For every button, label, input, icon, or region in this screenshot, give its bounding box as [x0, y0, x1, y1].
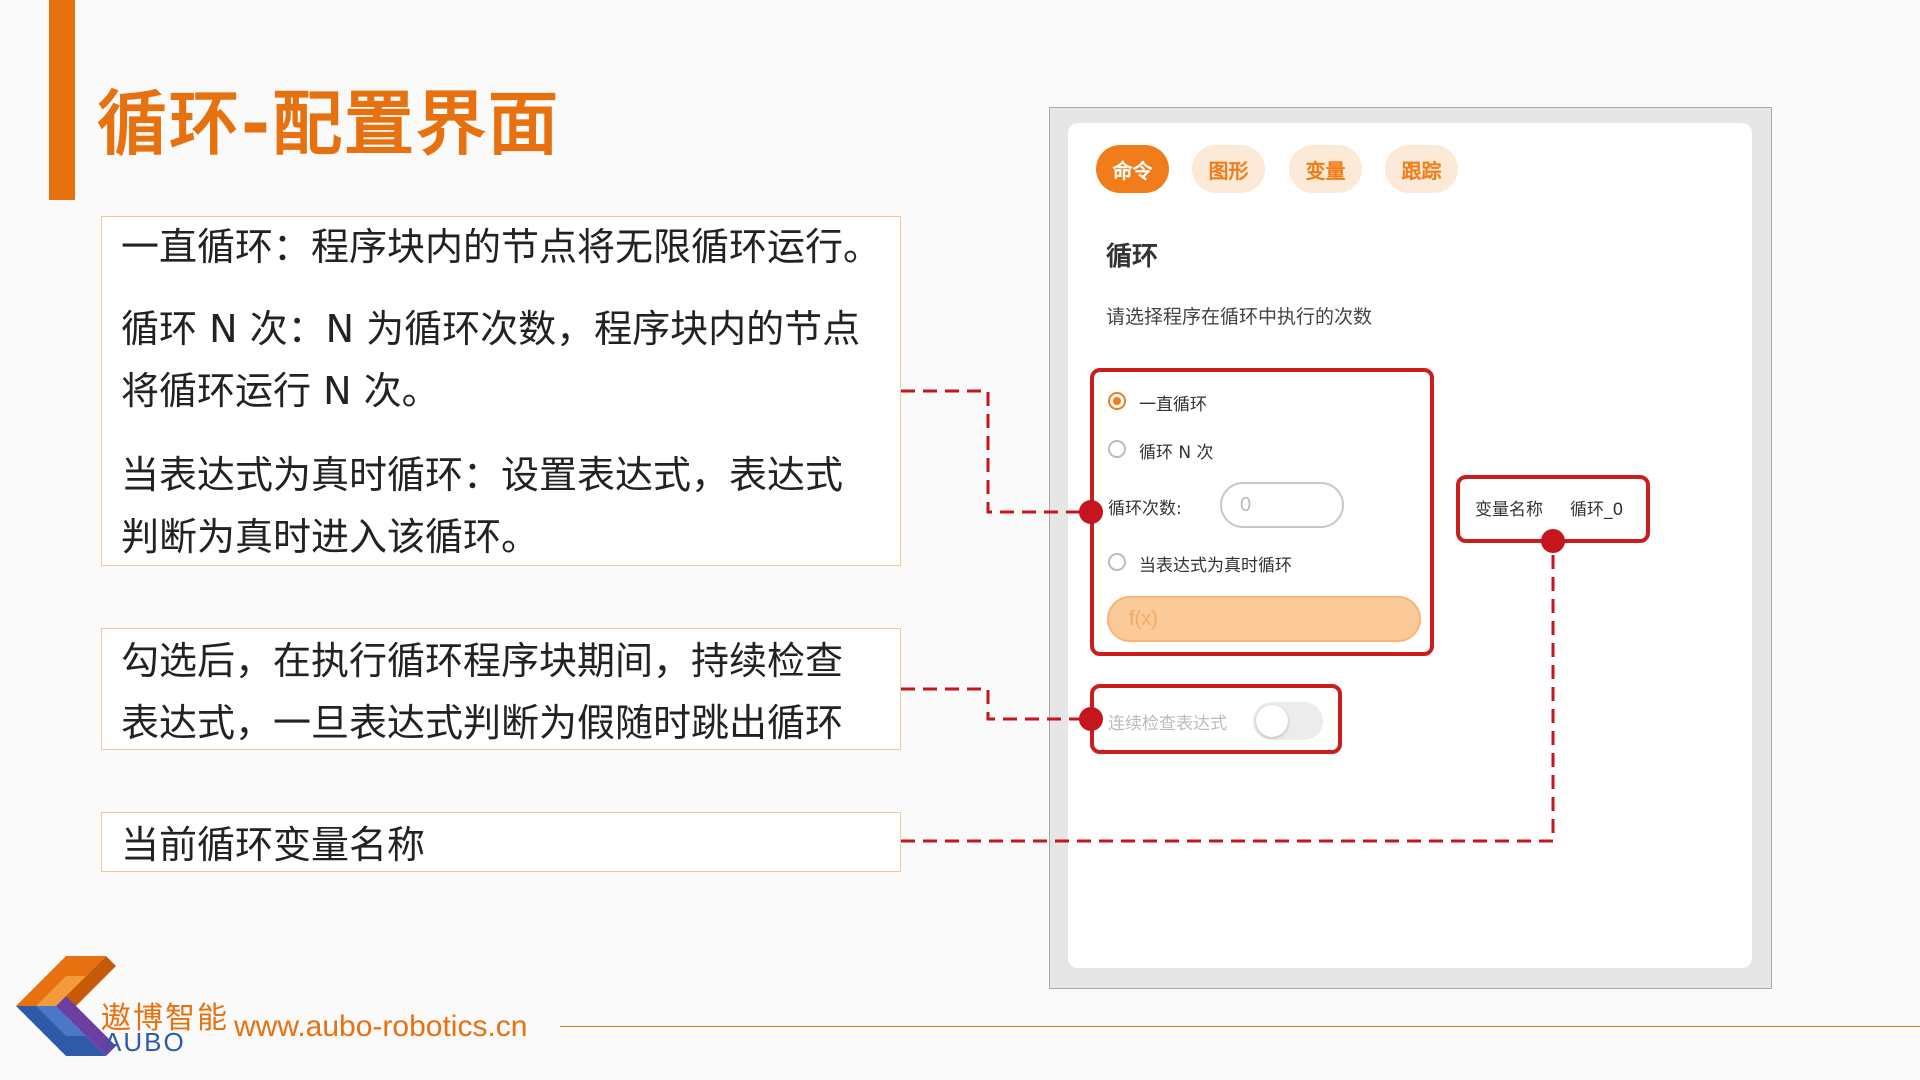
toggle-knob [1256, 705, 1288, 737]
loop-expr-true-label: 当表达式为真时循环 [1139, 556, 1292, 576]
loop-n-description: 循环 N 次：N 为循环次数，程序块内的节点 将循环运行 N 次。 [101, 298, 860, 422]
loop-forever-text: 一直循环：程序块内的节点将无限循环运行。 [121, 225, 882, 269]
loop-expr-text-line1: 当表达式为真时循环：设置表达式，表达式 [121, 453, 844, 497]
connector-dot-loop-options [1079, 500, 1103, 524]
variable-name-description: 当前循环变量名称 [101, 814, 425, 876]
expression-input[interactable]: f(x) [1107, 596, 1421, 642]
website-link[interactable]: www.aubo-robotics.cn [234, 1010, 527, 1044]
continuous-text-line2: 表达式，一旦表达式判断为假随时跳出循环 [121, 701, 844, 745]
tab-command[interactable]: 命令 [1096, 145, 1169, 193]
title-accent-bar [49, 0, 75, 200]
loop-expr-text-line2: 判断为真时进入该循环。 [121, 515, 540, 559]
radio-loop-forever[interactable] [1108, 392, 1126, 410]
variable-name-text: 当前循环变量名称 [121, 823, 426, 867]
loop-n-times-label: 循环 N 次 [1139, 443, 1214, 463]
loop-forever-description: 一直循环：程序块内的节点将无限循环运行。 [101, 216, 881, 278]
connector-dot-variable-name [1541, 529, 1565, 553]
continuous-check-description: 勾选后，在执行循环程序块期间，持续检查 表达式，一旦表达式判断为假随时跳出循环 [101, 630, 843, 754]
variable-name-value: 循环_0 [1570, 500, 1624, 520]
continuous-check-label: 连续检查表达式 [1108, 714, 1227, 734]
loop-forever-label: 一直循环 [1139, 395, 1207, 415]
tab-trace[interactable]: 跟踪 [1385, 145, 1458, 193]
loop-count-input[interactable]: 0 [1220, 482, 1344, 528]
loop-n-text-line2: 将循环运行 N 次。 [121, 369, 440, 413]
variable-name-label: 变量名称 [1475, 500, 1543, 520]
section-title: 循环 [1106, 242, 1159, 272]
loop-n-text-line1: 循环 N 次：N 为循环次数，程序块内的节点 [121, 307, 861, 351]
footer-divider [560, 1026, 1920, 1027]
radio-loop-expr-true[interactable] [1108, 553, 1126, 571]
tab-variables[interactable]: 变量 [1289, 145, 1362, 193]
continuous-text-line1: 勾选后，在执行循环程序块期间，持续检查 [121, 639, 844, 683]
connector-dot-continuous-check [1079, 707, 1103, 731]
radio-loop-n-times[interactable] [1108, 440, 1126, 458]
slide-title: 循环-配置界面 [97, 83, 561, 165]
loop-count-label: 循环次数: [1108, 499, 1182, 519]
tab-graphics[interactable]: 图形 [1192, 145, 1265, 193]
section-subtitle: 请选择程序在循环中执行的次数 [1106, 306, 1373, 328]
brand-name-en: AUBO [104, 1027, 186, 1057]
loop-expr-description: 当表达式为真时循环：设置表达式，表达式 判断为真时进入该循环。 [101, 444, 843, 568]
